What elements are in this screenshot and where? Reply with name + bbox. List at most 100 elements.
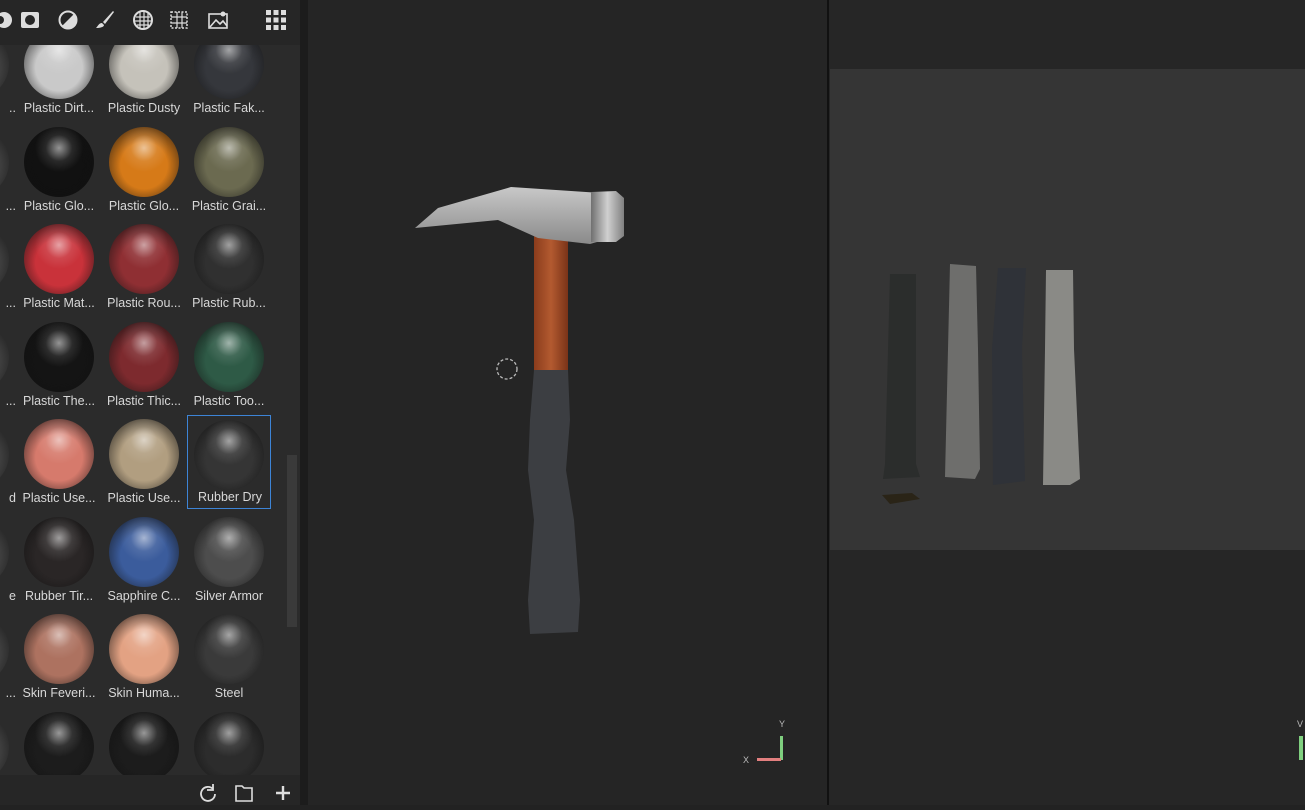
material-label: Plastic Rub...: [192, 296, 266, 310]
material-tile[interactable]: Skin Feveri...: [17, 610, 101, 704]
material-preview-sphere: [109, 712, 179, 775]
panel-separator[interactable]: [300, 0, 308, 805]
uv-texture-area[interactable]: [830, 69, 1305, 550]
material-tile[interactable]: Plastic Rub...: [187, 220, 271, 314]
material-tile[interactable]: Plastic Dirt...: [17, 45, 101, 119]
material-label: Rubber Dry: [198, 490, 262, 504]
material-tile-partial[interactable]: ...: [0, 220, 16, 314]
material-label: Plastic Dusty: [107, 101, 181, 115]
material-tile[interactable]: Plastic Too...: [187, 318, 271, 412]
refresh-icon[interactable]: [198, 783, 218, 803]
material-tile[interactable]: [17, 708, 101, 775]
viewport-2d[interactable]: V: [829, 0, 1305, 805]
material-tile[interactable]: Rubber Tir...: [17, 513, 101, 607]
material-tile[interactable]: Silver Armor: [187, 513, 271, 607]
axis-y-label: Y: [779, 719, 786, 729]
material-tile[interactable]: Plastic Rou...: [102, 220, 186, 314]
uv-axis-v-label: V: [1297, 719, 1304, 729]
material-preview-sphere: [24, 419, 94, 489]
material-preview-sphere: [194, 420, 264, 490]
material-label: Sapphire C...: [107, 589, 181, 603]
material-tile[interactable]: Plastic Mat...: [17, 220, 101, 314]
apps-grid-icon[interactable]: [263, 8, 289, 32]
material-label: ...: [5, 199, 16, 213]
material-preview-sphere: [194, 517, 264, 587]
material-label: Plastic Use...: [22, 491, 96, 505]
shelf-toolbar: [0, 0, 300, 45]
material-tile[interactable]: Plastic Thic...: [102, 318, 186, 412]
material-label: e: [9, 589, 16, 603]
material-label: Plastic Fak...: [193, 101, 265, 115]
material-label: Rubber Tir...: [24, 589, 94, 603]
material-tile-partial[interactable]: e: [0, 513, 16, 607]
material-preview-sphere: [0, 127, 9, 197]
material-tile[interactable]: Sapphire C...: [102, 513, 186, 607]
folder-icon[interactable]: [234, 783, 254, 803]
hammer-model: [415, 187, 783, 761]
mask-icon[interactable]: [0, 8, 18, 32]
material-tile[interactable]: Plastic Use...: [102, 415, 186, 509]
add-icon[interactable]: [273, 783, 293, 803]
sphere-grid-icon[interactable]: [130, 8, 156, 32]
material-tile[interactable]: Skin Huma...: [102, 610, 186, 704]
material-preview-sphere: [24, 127, 94, 197]
material-preview-sphere: [0, 45, 9, 99]
material-tile[interactable]: Plastic Dusty: [102, 45, 186, 119]
material-tile[interactable]: Plastic Glo...: [102, 123, 186, 217]
axis-x-label: X: [743, 755, 750, 765]
material-tile[interactable]: [187, 708, 271, 775]
material-preview-sphere: [0, 322, 9, 392]
material-tile[interactable]: Plastic Use...: [17, 415, 101, 509]
brush-cursor-icon: [496, 358, 518, 380]
material-label: Steel: [214, 686, 244, 700]
material-tile[interactable]: Steel: [187, 610, 271, 704]
material-tile-partial[interactable]: ...: [0, 610, 16, 704]
material-preview-sphere: [194, 224, 264, 294]
material-preview-sphere: [24, 45, 94, 99]
material-tile[interactable]: Rubber Dry: [187, 415, 271, 509]
material-tile-partial[interactable]: [0, 708, 16, 775]
shelf-panel: Plastic Dirt... Plastic Dusty Plastic Fak.…: [0, 0, 300, 805]
material-preview-sphere: [194, 45, 264, 99]
material-tile-partial[interactable]: ...: [0, 318, 16, 412]
material-label: Plastic The...: [22, 394, 96, 408]
material-preview-sphere: [109, 419, 179, 489]
material-tile[interactable]: Plastic Glo...: [17, 123, 101, 217]
material-tile[interactable]: [102, 708, 186, 775]
material-label: d: [9, 491, 16, 505]
material-tile[interactable]: Plastic Grai...: [187, 123, 271, 217]
material-preview-sphere: [194, 127, 264, 197]
half-circle-icon[interactable]: [55, 8, 81, 32]
material-preview-sphere: [109, 45, 179, 99]
material-preview-sphere: [109, 127, 179, 197]
material-preview-sphere: [24, 224, 94, 294]
material-label: Skin Huma...: [108, 686, 180, 700]
environment-image-icon[interactable]: [205, 8, 231, 32]
material-label: Silver Armor: [194, 589, 264, 603]
material-preview-sphere: [0, 712, 9, 775]
material-preview-sphere: [194, 712, 264, 775]
material-preview-sphere: [0, 224, 9, 294]
material-tile-partial[interactable]: d: [0, 415, 16, 509]
material-tile-partial[interactable]: ..: [0, 45, 16, 119]
material-tile[interactable]: Plastic The...: [17, 318, 101, 412]
material-label: Plastic Too...: [193, 394, 265, 408]
material-tile[interactable]: Plastic Fak...: [187, 45, 271, 119]
viewport-3d[interactable]: Y X: [308, 0, 827, 805]
material-tile-partial[interactable]: ...: [0, 123, 16, 217]
material-label: Plastic Mat...: [23, 296, 95, 310]
material-label: ..: [9, 101, 16, 115]
material-label: Plastic Glo...: [108, 199, 180, 213]
texture-set-icon[interactable]: [166, 8, 192, 32]
brush-icon[interactable]: [92, 8, 118, 32]
material-preview-sphere: [109, 224, 179, 294]
material-label: Plastic Glo...: [23, 199, 95, 213]
material-preview-sphere: [109, 322, 179, 392]
material-label: Plastic Use...: [107, 491, 181, 505]
material-preview-sphere: [0, 614, 9, 684]
material-label: Plastic Rou...: [107, 296, 181, 310]
uv-islands: [882, 264, 1080, 504]
material-label: Plastic Thic...: [106, 394, 182, 408]
scrollbar-thumb[interactable]: [287, 455, 297, 627]
layer-mask-icon[interactable]: [17, 8, 43, 32]
